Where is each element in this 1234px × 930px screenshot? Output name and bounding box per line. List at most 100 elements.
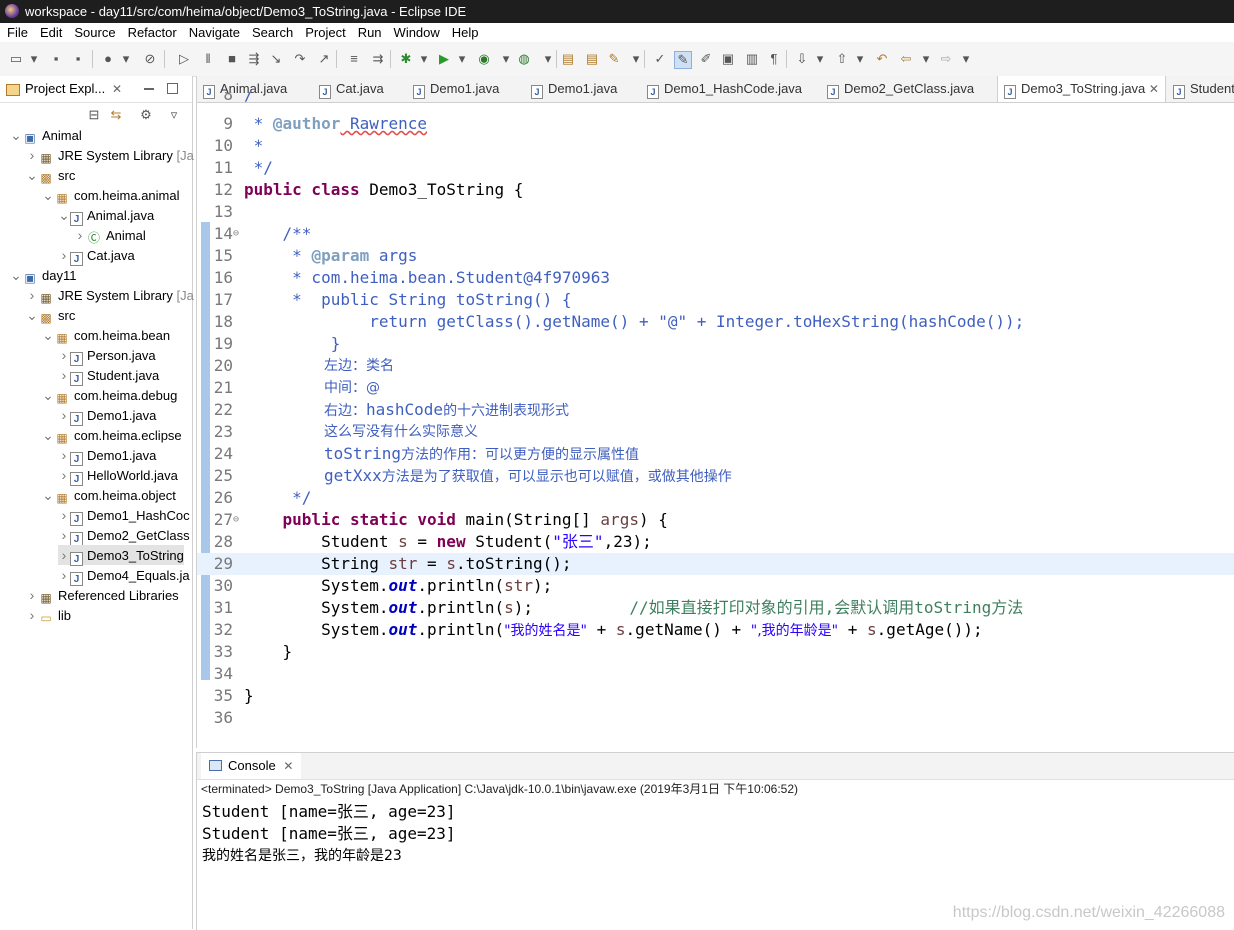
close-icon[interactable]: ✕ [283, 759, 293, 773]
menu-file[interactable]: File [0, 23, 33, 42]
save-all-icon[interactable]: ▪ [70, 51, 86, 67]
collapsed-chevron-icon[interactable]: › [58, 365, 70, 385]
next-annotation-icon[interactable]: ⇩ [794, 51, 810, 67]
close-icon[interactable]: ✕ [112, 76, 122, 102]
collapsed-chevron-icon[interactable]: › [26, 145, 38, 165]
step-return-icon[interactable]: ↗ [316, 51, 332, 67]
menu-source[interactable]: Source [67, 23, 120, 42]
collapsed-chevron-icon[interactable]: › [58, 445, 70, 465]
maximize-icon[interactable] [167, 83, 178, 94]
collapsed-chevron-icon[interactable]: › [26, 585, 38, 605]
last-edit-location-icon[interactable]: ↶ [874, 51, 890, 67]
tree-item[interactable]: ⌄ ▩ src [26, 165, 75, 185]
toggle-ant-mark-icon[interactable]: ✓ [652, 51, 668, 67]
new-java-project-icon[interactable]: ▤ [560, 51, 576, 67]
expanded-chevron-icon[interactable]: ⌄ [42, 485, 54, 505]
tree-item[interactable]: ⌄ ▣ day11 [10, 265, 76, 285]
disconnect-icon[interactable]: ⇶ [246, 51, 262, 67]
open-type-icon[interactable]: ▤ [584, 51, 600, 67]
fold-collapse-icon[interactable]: ⊖ [233, 509, 239, 531]
forward-dropdown-icon[interactable]: ▾ [958, 51, 974, 67]
tree-item[interactable]: ⌄ ▦ com.heima.animal [42, 185, 179, 205]
dropdown-icon[interactable]: ▾ [118, 51, 134, 67]
tree-item[interactable]: ⌄ J Animal.java [58, 205, 154, 226]
collapsed-chevron-icon[interactable]: › [58, 545, 70, 565]
drop-to-frame-icon[interactable]: ⇉ [370, 51, 386, 67]
menu-run[interactable]: Run [351, 23, 387, 42]
tree-item[interactable]: › J Demo4_Equals.ja [58, 565, 190, 586]
tree-item[interactable]: ⌄ ▦ com.heima.bean [42, 325, 170, 345]
external-tools-dropdown-icon[interactable]: ▾ [540, 51, 556, 67]
tree-item[interactable]: › Ⓒ Animal [74, 225, 146, 245]
new-dropdown-icon[interactable]: ▾ [26, 51, 42, 67]
previous-annotation-dropdown-icon[interactable]: ▾ [852, 51, 868, 67]
collapse-all-icon[interactable]: ⊟ [86, 107, 102, 123]
step-over-icon[interactable]: ↷ [292, 51, 308, 67]
suspend-icon[interactable]: ‖ [200, 51, 216, 67]
expanded-chevron-icon[interactable]: ⌄ [42, 325, 54, 345]
toggle-block-selection-icon[interactable]: ✐ [698, 51, 714, 67]
view-menu-icon[interactable]: ▿ [166, 107, 182, 123]
coverage-icon[interactable]: ◉ [476, 51, 492, 67]
search-icon[interactable]: ✎ [606, 51, 622, 67]
external-tools-icon[interactable]: ◍ [516, 51, 532, 67]
forward-icon[interactable]: ⇨ [938, 51, 954, 67]
collapsed-chevron-icon[interactable]: › [58, 245, 70, 265]
filters-icon[interactable]: ⚙ [138, 107, 154, 123]
resume-icon[interactable]: ▷ [176, 51, 192, 67]
collapsed-chevron-icon[interactable]: › [26, 605, 38, 625]
expanded-chevron-icon[interactable]: ⌄ [42, 385, 54, 405]
menu-refactor[interactable]: Refactor [121, 23, 182, 42]
collapsed-chevron-icon[interactable]: › [26, 285, 38, 305]
toggle-breadcrumb-icon[interactable]: ▥ [744, 51, 760, 67]
menu-edit[interactable]: Edit [33, 23, 67, 42]
project-explorer-tab[interactable]: Project Expl... ✕ [0, 76, 192, 103]
tree-item[interactable]: ⌄ ▦ com.heima.object [42, 485, 176, 505]
expanded-chevron-icon[interactable]: ⌄ [26, 305, 38, 325]
tree-item[interactable]: › J Demo1_HashCoc [58, 505, 190, 526]
run-icon[interactable]: ▶ [436, 51, 452, 67]
expanded-chevron-icon[interactable]: ⌄ [58, 205, 70, 225]
expanded-chevron-icon[interactable]: ⌄ [10, 265, 22, 285]
tree-item[interactable]: › J Demo1.java [58, 405, 156, 426]
collapsed-chevron-icon[interactable]: › [58, 565, 70, 585]
step-into-icon[interactable]: ↘ [268, 51, 284, 67]
expanded-chevron-icon[interactable]: ⌄ [26, 165, 38, 185]
tree-item[interactable]: › J Demo1.java [58, 445, 156, 466]
expanded-chevron-icon[interactable]: ⌄ [42, 185, 54, 205]
minimize-icon[interactable] [144, 88, 154, 90]
tree-item[interactable]: › J Demo3_ToString [58, 545, 184, 566]
tree-item[interactable]: › ▦ JRE System Library [Ja [26, 145, 194, 165]
coverage-dropdown-icon[interactable]: ▾ [498, 51, 514, 67]
collapsed-chevron-icon[interactable]: › [58, 465, 70, 485]
console-tab[interactable]: Console ✕ [201, 753, 302, 779]
skip-breakpoints-icon[interactable]: ⊘ [142, 51, 158, 67]
tree-item[interactable]: › J Student.java [58, 365, 159, 386]
menu-navigate[interactable]: Navigate [182, 23, 245, 42]
collapsed-chevron-icon[interactable]: › [58, 345, 70, 365]
fold-collapse-icon[interactable]: ⊖ [233, 223, 239, 245]
tree-item[interactable]: ⌄ ▦ com.heima.debug [42, 385, 177, 405]
tree-item[interactable]: › J Person.java [58, 345, 156, 366]
back-icon[interactable]: ⇦ [898, 51, 914, 67]
run-dropdown-icon[interactable]: ▾ [454, 51, 470, 67]
collapsed-chevron-icon[interactable]: › [58, 505, 70, 525]
tree-item[interactable]: › J Cat.java [58, 245, 135, 266]
search-dropdown-icon[interactable]: ▾ [628, 51, 644, 67]
menu-search[interactable]: Search [245, 23, 298, 42]
expanded-chevron-icon[interactable]: ⌄ [10, 125, 22, 145]
next-annotation-dropdown-icon[interactable]: ▾ [812, 51, 828, 67]
previous-annotation-icon[interactable]: ⇧ [834, 51, 850, 67]
tree-item[interactable]: ⌄ ▦ com.heima.eclipse [42, 425, 182, 445]
tree-item[interactable]: › ▦ Referenced Libraries [26, 585, 179, 605]
tree-item[interactable]: › J HelloWorld.java [58, 465, 178, 486]
debug-dropdown-icon[interactable]: ▾ [416, 51, 432, 67]
menu-help[interactable]: Help [445, 23, 484, 42]
code-line-29-current[interactable]: 29 String str = s.toString(); [197, 553, 1234, 575]
menu-project[interactable]: Project [298, 23, 350, 42]
collapsed-chevron-icon[interactable]: › [58, 525, 70, 545]
toggle-highlight-icon[interactable]: ✎ [674, 51, 692, 69]
collapsed-chevron-icon[interactable]: › [74, 225, 86, 245]
tree-item[interactable]: ⌄ ▩ src [26, 305, 75, 325]
terminate-icon[interactable]: ■ [224, 51, 240, 67]
